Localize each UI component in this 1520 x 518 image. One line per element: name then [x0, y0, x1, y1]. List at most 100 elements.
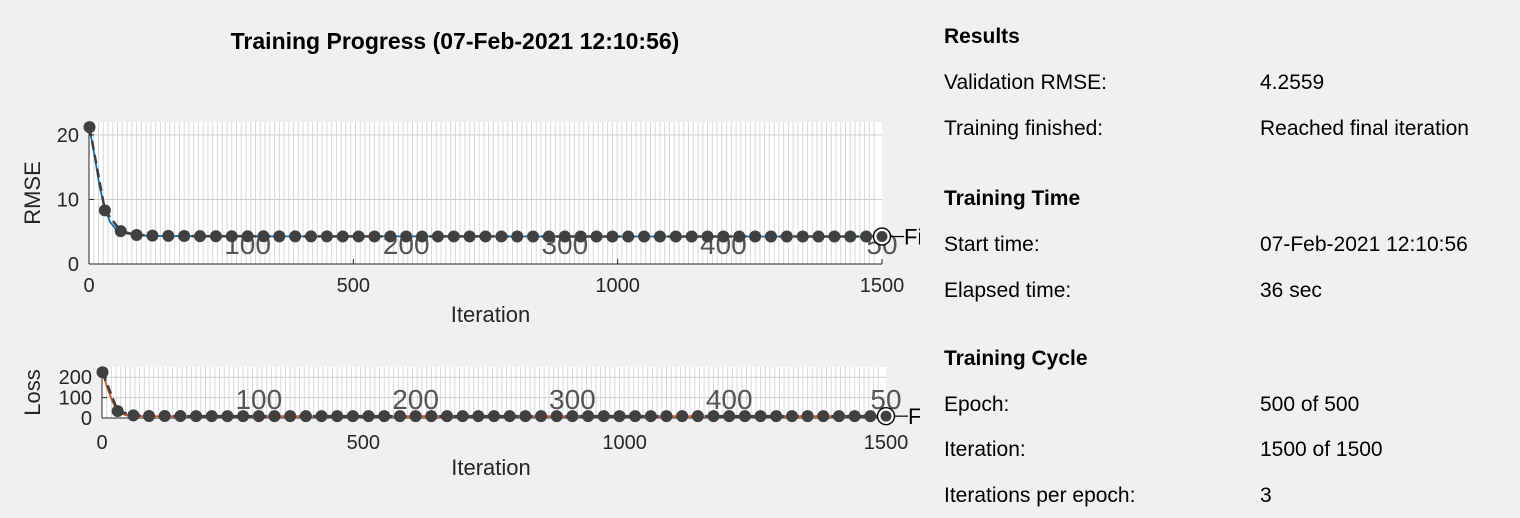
epoch-value: 500 of 500 — [1260, 393, 1360, 416]
rmse-validation-point — [796, 230, 809, 243]
loss-validation-point — [754, 410, 767, 423]
loss-validation-point — [299, 410, 312, 423]
rmse-validation-point — [225, 230, 238, 243]
rmse-y-tick-label: 20 — [57, 125, 79, 147]
training-cycle-section-title: Training Cycle — [944, 347, 1088, 370]
rmse-validation-point — [558, 230, 571, 243]
rmse-validation-point — [352, 230, 365, 243]
rmse-validation-point — [860, 230, 873, 243]
loss-validation-point — [519, 410, 532, 423]
loss-validation-point — [817, 410, 830, 423]
loss-validation-point — [582, 410, 595, 423]
loss-validation-point — [205, 410, 218, 423]
loss-validation-point — [221, 410, 234, 423]
loss-validation-point — [801, 410, 814, 423]
epoch-label: Epoch: — [944, 393, 1010, 416]
rmse-validation-point — [257, 230, 270, 243]
rmse-validation-point — [780, 230, 793, 243]
rmse-validation-point — [749, 230, 762, 243]
loss-validation-point — [440, 410, 453, 423]
rmse-validation-point — [146, 229, 159, 242]
loss-validation-point — [268, 410, 281, 423]
rmse-validation-point — [764, 230, 777, 243]
rmse-validation-point — [812, 230, 825, 243]
loss-validation-point — [848, 410, 861, 423]
rmse-validation-point — [542, 230, 555, 243]
loss-x-tick-label: 1000 — [602, 432, 647, 454]
rmse-validation-point — [717, 230, 730, 243]
training-finished-value: Reached final iteration — [1260, 117, 1469, 140]
loss-validation-point — [644, 410, 657, 423]
rmse-validation-point — [701, 230, 714, 243]
loss-validation-point — [472, 410, 485, 423]
rmse-validation-point — [83, 121, 96, 134]
loss-validation-point — [660, 410, 673, 423]
iterations-per-epoch-value: 3 — [1260, 484, 1272, 507]
loss-validation-point — [629, 410, 642, 423]
loss-validation-point — [488, 410, 500, 423]
loss-final-label: Fi — [908, 404, 920, 429]
rmse-validation-point — [495, 230, 508, 243]
rmse-x-tick-label: 1500 — [860, 275, 905, 297]
training-charts: 0 500 1000 150001020IterationRMSE100 200 300 4… — [20, 121, 920, 480]
rmse-validation-point — [606, 230, 619, 243]
rmse-final-marker — [876, 231, 888, 243]
training-time-section-title: Training Time — [944, 187, 1081, 210]
loss-validation-point — [143, 409, 156, 422]
loss-y-tick-label: 100 — [59, 388, 92, 410]
rmse-validation-point — [336, 230, 349, 243]
rmse-final-label: Fi — [904, 225, 920, 250]
info-panel: Results Validation RMSE: 4.2559 Training… — [944, 0, 1520, 518]
rmse-validation-point — [685, 230, 698, 243]
rmse-validation-point — [98, 204, 111, 217]
rmse-chart: 0 500 1000 150001020IterationRMSE100 200 300 4… — [20, 121, 920, 327]
iterations-per-epoch-label: Iterations per epoch: — [944, 484, 1136, 507]
loss-x-axis-label: Iteration — [451, 455, 531, 480]
rmse-y-tick-label: 10 — [57, 189, 79, 211]
results-section-title: Results — [944, 25, 1020, 48]
rmse-validation-point — [669, 230, 682, 243]
rmse-x-tick-label: 1000 — [595, 275, 640, 297]
start-time-label: Start time: — [944, 233, 1040, 256]
rmse-validation-point — [241, 230, 254, 243]
rmse-y-tick-label: 0 — [68, 254, 79, 276]
loss-validation-point — [550, 410, 563, 423]
loss-validation-point — [127, 409, 140, 422]
loss-validation-point — [832, 410, 845, 423]
rmse-validation-point — [479, 230, 492, 243]
loss-validation-point — [613, 410, 626, 423]
rmse-validation-point — [527, 230, 540, 243]
loss-y-tick-label: 0 — [81, 408, 92, 430]
training-finished-label: Training finished: — [944, 117, 1104, 140]
loss-validation-point — [331, 410, 344, 423]
loss-validation-point — [723, 410, 736, 423]
loss-validation-point — [566, 410, 579, 423]
iteration-label: Iteration: — [944, 438, 1026, 461]
loss-validation-point — [190, 410, 203, 423]
loss-validation-point — [393, 410, 406, 423]
rmse-validation-point — [844, 230, 857, 243]
iteration-value: 1500 of 1500 — [1260, 438, 1383, 461]
rmse-validation-point — [368, 230, 381, 243]
plot-panel: Training Progress (07-Feb-2021 12:10:56)… — [0, 0, 920, 518]
rmse-y-axis-label: RMSE — [20, 161, 45, 225]
rmse-validation-point — [733, 230, 746, 243]
rmse-validation-point — [178, 230, 191, 243]
loss-y-tick-label: 200 — [59, 367, 92, 389]
loss-final-marker — [880, 410, 892, 422]
validation-rmse-label: Validation RMSE: — [944, 71, 1108, 94]
rmse-validation-point — [114, 225, 127, 238]
rmse-validation-point — [574, 230, 587, 243]
validation-rmse-value: 4.2559 — [1260, 71, 1325, 94]
rmse-validation-point — [130, 228, 143, 241]
rmse-validation-point — [416, 230, 429, 243]
loss-validation-point — [691, 410, 704, 423]
loss-validation-point — [252, 410, 265, 423]
loss-validation-point — [425, 410, 438, 423]
loss-validation-point — [378, 410, 391, 423]
loss-validation-point — [707, 410, 720, 423]
loss-validation-point — [409, 410, 422, 423]
rmse-validation-point — [209, 230, 222, 243]
rmse-validation-point — [511, 230, 524, 243]
loss-validation-point — [456, 410, 469, 423]
